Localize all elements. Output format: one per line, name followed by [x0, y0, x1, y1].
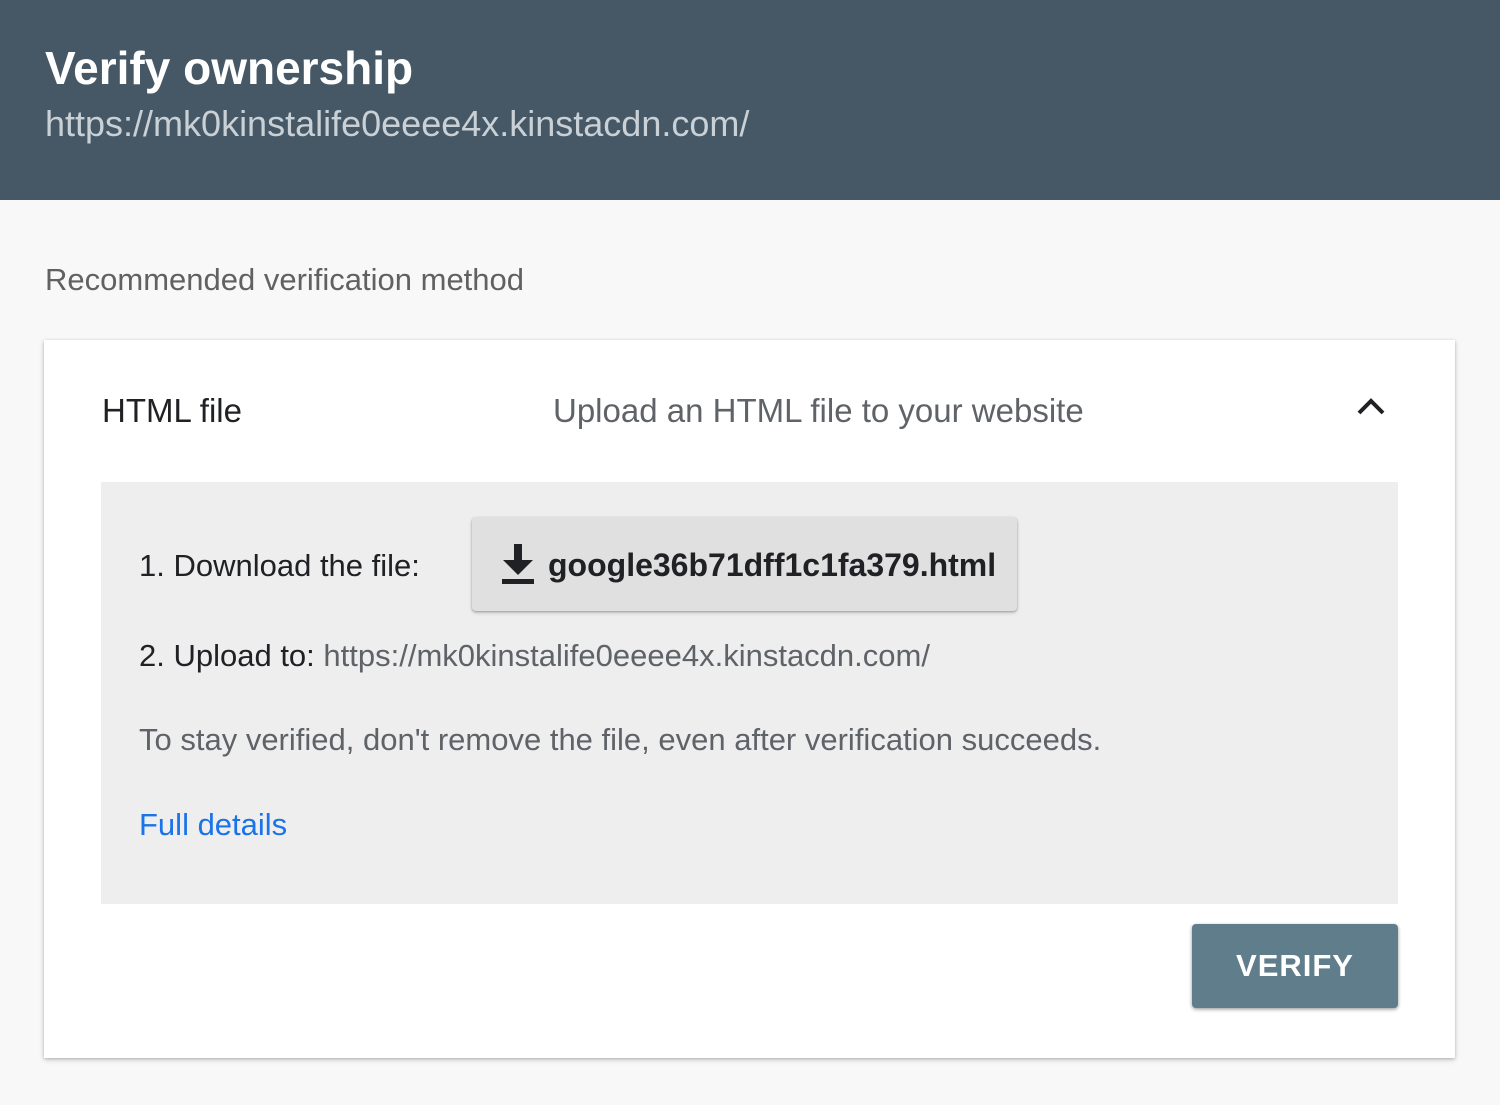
chevron-up-icon[interactable]: [1350, 386, 1392, 428]
method-description: Upload an HTML file to your website: [553, 392, 1084, 429]
step1-label: 1. Download the file:: [139, 548, 420, 583]
section-label: Recommended verification method: [45, 262, 525, 297]
download-filename: google36b71dff1c1fa379.html: [548, 547, 997, 583]
download-file-button[interactable]: google36b71dff1c1fa379.html: [472, 517, 1017, 611]
step2: 2. Upload to: https://mk0kinstalife0eeee…: [139, 636, 930, 676]
download-icon: [499, 543, 537, 585]
verify-button[interactable]: VERIFY: [1192, 924, 1398, 1008]
upload-url: https://mk0kinstalife0eeee4x.kinstacdn.c…: [323, 638, 930, 673]
method-name: HTML file: [102, 392, 242, 429]
stay-verified-note: To stay verified, don't remove the file,…: [139, 722, 1102, 757]
verification-method-card: HTML file Upload an HTML file to your we…: [44, 340, 1455, 1058]
full-details-link[interactable]: Full details: [139, 805, 287, 845]
steps-panel: 1. Download the file: google36b71dff1c1f…: [101, 482, 1398, 904]
page-title: Verify ownership: [45, 42, 414, 94]
header-bar: Verify ownership https://mk0kinstalife0e…: [0, 0, 1500, 200]
property-url: https://mk0kinstalife0eeee4x.kinstacdn.c…: [45, 103, 750, 144]
step2-label: 2. Upload to:: [139, 638, 315, 673]
